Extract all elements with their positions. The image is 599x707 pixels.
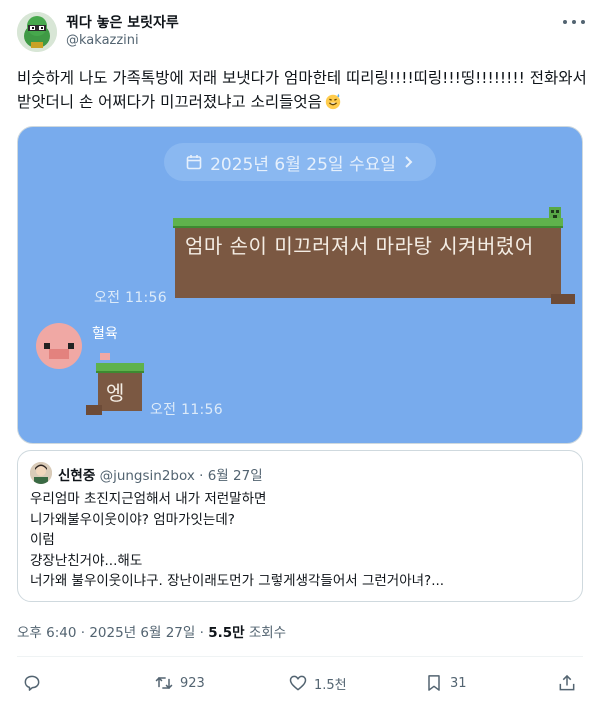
quoted-line: 우리엄마 초진지근엄해서 내가 저런말하면 <box>30 491 267 507</box>
heart-icon <box>289 675 307 691</box>
quoted-handle[interactable]: @jungsin2box <box>100 468 195 484</box>
grass-top <box>173 218 563 226</box>
quoted-date[interactable]: 6월 27일 <box>208 468 263 484</box>
bookmark-icon <box>428 675 440 691</box>
chat-message-text: 엄마 손이 미끄러져서 마라탕 시켜버렸어 <box>185 234 534 258</box>
share-icon <box>559 674 575 691</box>
chevron-right-icon <box>405 156 413 168</box>
avatar[interactable] <box>17 12 57 52</box>
divider <box>17 656 583 657</box>
calendar-icon <box>186 155 202 170</box>
tweet-time[interactable]: 오후 6:40 <box>17 625 76 641</box>
author-handle[interactable]: @kakazzini <box>66 33 139 48</box>
chat-message-time: 오전 11:56 <box>150 402 223 418</box>
retweet-count: 923 <box>180 675 205 691</box>
meta-separator: · <box>199 625 204 641</box>
tweet-body: 비슷하게 나도 가족톡방에 저래 보냇다가 엄마한테 띠리링!!!!띠링!!!띵… <box>17 69 587 111</box>
bookmark-button[interactable]: 31 <box>424 670 467 696</box>
like-count: 1.5천 <box>314 677 347 693</box>
quoted-line: 너가왜 불우이웃이냐구. 장난이래도먼가 그렇게생각들어서 그런거아녀?... <box>30 573 445 589</box>
quoted-tweet[interactable]: 신현중 @jungsin2box · 6월 27일 우리엄마 초진지근엄해서 내… <box>17 450 583 602</box>
frog-avatar-icon <box>17 12 57 52</box>
sweat-smile-emoji-icon <box>325 93 341 110</box>
chat-bubble-outgoing: 엄마 손이 미끄러져서 마라탕 시켜버렸어 <box>173 218 575 304</box>
chat-sender-name: 혈육 <box>92 326 118 342</box>
more-options-button[interactable] <box>563 14 585 30</box>
quoted-line: 걍장난친거야...해도 <box>30 552 143 569</box>
tweet-meta: 오후 6:40 · 2025년 6월 27일 · 5.5만 조회수 <box>17 621 286 641</box>
person-avatar-icon <box>30 462 52 484</box>
meta-separator: · <box>80 625 86 641</box>
pig-avatar-icon <box>36 323 82 369</box>
tweet-text: 비슷하게 나도 가족톡방에 저래 보냇다가 엄마한테 띠리링!!!!띠링!!!띵… <box>17 66 587 114</box>
more-dot-icon <box>581 20 585 24</box>
quoted-separator: · <box>199 468 204 484</box>
quoted-header: 신현중 @jungsin2box · 6월 27일 <box>58 464 263 484</box>
share-button[interactable] <box>557 670 577 696</box>
bookmark-count: 31 <box>450 675 467 691</box>
author-display-name[interactable]: 꿔다 놓은 보릿자루 <box>66 12 179 32</box>
media-image[interactable]: 2025년 6월 25일 수요일 엄마 손이 미끄러져서 마라탕 시켜버렸어 오… <box>17 126 583 444</box>
quoted-text: 우리엄마 초진지근엄해서 내가 저런말하면 니가왜불우이웃이야? 엄마가잇는데?… <box>30 489 570 592</box>
grass-top <box>96 363 144 371</box>
reply-icon <box>24 675 40 691</box>
chat-date-label: 2025년 6월 25일 수요일 <box>210 154 396 175</box>
quoted-line: 이럼 <box>30 532 55 548</box>
quoted-avatar[interactable] <box>30 462 52 484</box>
views-count: 5.5만 <box>208 625 245 641</box>
more-dot-icon <box>572 20 576 24</box>
chat-date-pill: 2025년 6월 25일 수요일 <box>164 143 436 181</box>
retweet-icon <box>155 676 173 690</box>
like-button[interactable]: 1.5천 <box>288 670 347 696</box>
mini-pig-icon <box>100 353 110 360</box>
chat-message-text: 엥 <box>106 381 125 405</box>
chat-bubble-incoming: 엥 <box>86 363 144 415</box>
more-dot-icon <box>563 20 567 24</box>
quoted-display-name[interactable]: 신현중 <box>58 468 95 484</box>
chat-message-time: 오전 11:56 <box>94 290 167 306</box>
retweet-button[interactable]: 923 <box>154 670 205 696</box>
reply-button[interactable] <box>22 670 48 696</box>
dirt-tail <box>551 294 575 304</box>
views-label: 조회수 <box>248 625 287 641</box>
dirt-tail <box>86 405 102 415</box>
quoted-line: 니가왜불우이웃이야? 엄마가잇는데? <box>30 511 235 528</box>
tweet-date[interactable]: 2025년 6월 27일 <box>89 625 195 641</box>
